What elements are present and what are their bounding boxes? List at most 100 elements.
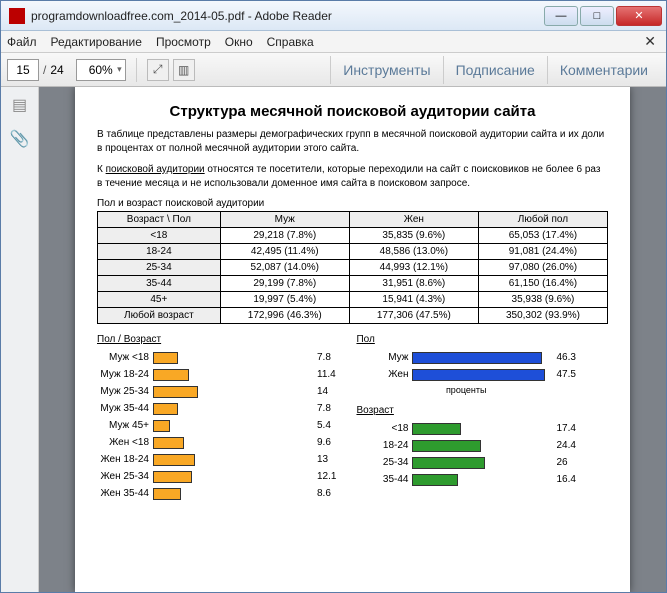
bar-value: 12.1	[317, 471, 336, 482]
bar-row: 18-24 24.4	[356, 437, 575, 454]
bar-value: 24.4	[556, 440, 575, 451]
bar-label: 35-44	[356, 474, 412, 485]
bar	[412, 423, 461, 435]
paragraph-2: К поисковой аудитории относятся те посет…	[97, 163, 608, 190]
bar-label: 25-34	[356, 457, 412, 468]
bar-area	[412, 474, 552, 486]
bar-area	[153, 403, 313, 415]
bar	[153, 488, 181, 500]
bar-label: Жен 35-44	[97, 488, 153, 499]
minimize-button[interactable]: —	[544, 6, 578, 26]
th-3: Любой пол	[478, 212, 607, 228]
chart-title-3: Возраст	[356, 405, 575, 416]
bar-row: Муж 18-24 11.4	[97, 366, 336, 383]
bar-label: Муж	[356, 352, 412, 363]
chart-title-2: Пол	[356, 334, 575, 345]
attachments-icon[interactable]: 📎	[10, 129, 30, 149]
toolbar: / 24 60% ⤢ ▥ Инструменты Подписание Комм…	[1, 53, 666, 87]
bar-value: 17.4	[556, 423, 575, 434]
bar	[153, 369, 189, 381]
main: ▤ 📎 Структура месячной поисковой аудитор…	[1, 87, 666, 592]
bar-row: Жен 47.5	[356, 366, 575, 383]
zoom-select[interactable]: 60%	[76, 59, 126, 81]
bar-area	[412, 352, 552, 364]
bar-label: Муж <18	[97, 352, 153, 363]
document-viewer[interactable]: Структура месячной поисковой аудитории с…	[39, 87, 666, 592]
comments-panel-button[interactable]: Комментарии	[547, 56, 660, 84]
bar	[153, 471, 192, 483]
bar-value: 26	[556, 457, 567, 468]
menu-window[interactable]: Окно	[225, 35, 253, 49]
bar	[412, 457, 485, 469]
chart2-axis: проценты	[356, 385, 575, 395]
bar-area	[412, 423, 552, 435]
bar-value: 7.8	[317, 352, 331, 363]
page-total: 24	[50, 63, 63, 77]
bar-area	[153, 420, 313, 432]
close-button[interactable]: ✕	[616, 6, 662, 26]
bar-value: 11.4	[317, 369, 336, 380]
bar-label: Жен <18	[97, 437, 153, 448]
chart-sex-age: Пол / Возраст Муж <187.8Муж 18-2411.4Муж…	[97, 334, 336, 502]
bar	[412, 369, 545, 381]
app-icon	[9, 8, 25, 24]
bar-label: Жен 25-34	[97, 471, 153, 482]
sidebar: ▤ 📎	[1, 87, 39, 592]
bar-row: 35-44 16.4	[356, 471, 575, 488]
menu-file[interactable]: Файл	[7, 35, 37, 49]
bar-row: Муж 35-447.8	[97, 400, 336, 417]
menu-view[interactable]: Просмотр	[156, 35, 211, 49]
bar-label: Муж 25-34	[97, 386, 153, 397]
pdf-page: Структура месячной поисковой аудитории с…	[75, 87, 630, 592]
bar-row: Жен 18-2413	[97, 451, 336, 468]
scroll-icon[interactable]: ▥	[173, 59, 195, 81]
bar-row: 25-34 26	[356, 454, 575, 471]
window-buttons: — □ ✕	[542, 6, 662, 26]
bar-area	[153, 454, 313, 466]
bar-label: <18	[356, 423, 412, 434]
th-1: Муж	[220, 212, 349, 228]
bar-label: Муж 45+	[97, 420, 153, 431]
menu-edit[interactable]: Редактирование	[51, 35, 142, 49]
bar-area	[153, 437, 313, 449]
bar-label: 18-24	[356, 440, 412, 451]
tools-panel-button[interactable]: Инструменты	[330, 56, 442, 84]
bar	[153, 437, 184, 449]
bar-value: 13	[317, 454, 328, 465]
bar-row: <18 17.4	[356, 420, 575, 437]
menu-help[interactable]: Справка	[267, 35, 314, 49]
bar-row: Жен 35-448.6	[97, 485, 336, 502]
thumbnails-icon[interactable]: ▤	[10, 95, 30, 115]
bar-label: Муж 18-24	[97, 369, 153, 380]
bar-value: 14	[317, 386, 328, 397]
right-charts: Пол Муж46.3 Жен 47.5 проценты Возраст <18 1…	[356, 334, 575, 502]
chart-title-1: Пол / Возраст	[97, 334, 336, 345]
bar-row: Муж 25-34 14	[97, 383, 336, 400]
zoom-value: 60%	[89, 63, 113, 77]
bar-row: Муж46.3	[356, 349, 575, 366]
bar-label: Жен	[356, 369, 412, 380]
charts-area: Пол / Возраст Муж <187.8Муж 18-2411.4Муж…	[97, 334, 608, 502]
bar-row: Муж <18 7.8	[97, 349, 336, 366]
bar	[412, 474, 458, 486]
sign-panel-button[interactable]: Подписание	[443, 56, 547, 84]
maximize-button[interactable]: □	[580, 6, 614, 26]
bar-value: 47.5	[556, 369, 575, 380]
bar-value: 16.4	[556, 474, 575, 485]
bar-area	[153, 352, 313, 364]
separator	[136, 58, 137, 82]
table-caption: Пол и возраст поисковой аудитории	[97, 198, 608, 209]
bar-value: 5.4	[317, 420, 331, 431]
page-number-input[interactable]	[7, 59, 39, 81]
bar-value: 7.8	[317, 403, 331, 414]
window-title: programdownloadfree.com_2014-05.pdf - Ad…	[31, 9, 542, 23]
demographics-table: Возраст \ Пол Муж Жен Любой пол <1829,21…	[97, 211, 608, 324]
bar	[412, 440, 480, 452]
doc-title: Структура месячной поисковой аудитории с…	[97, 103, 608, 120]
menubar-close-icon[interactable]: ✕	[644, 33, 656, 50]
bar	[412, 352, 542, 364]
fit-icon[interactable]: ⤢	[147, 59, 169, 81]
bar-area	[412, 457, 552, 469]
bar	[153, 386, 198, 398]
th-0: Возраст \ Пол	[98, 212, 221, 228]
